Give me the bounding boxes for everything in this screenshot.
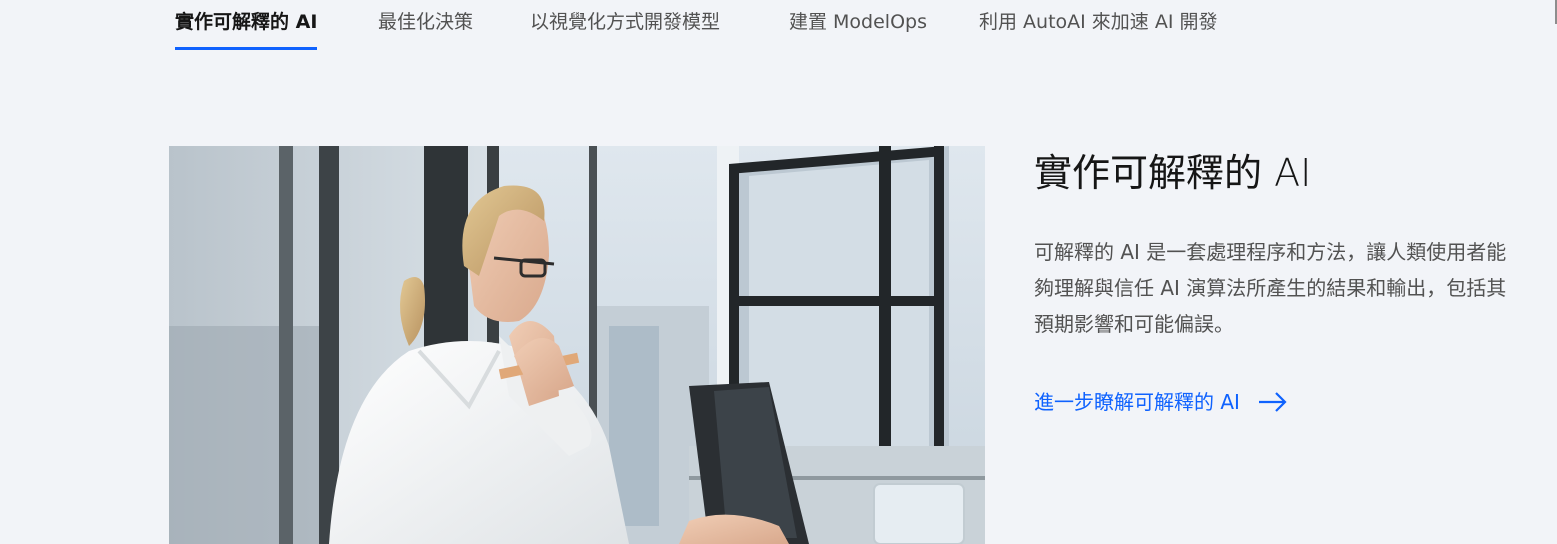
- tab-optimize-decisions[interactable]: 最佳化決策: [378, 0, 473, 50]
- tab-modelops[interactable]: 建置 ModelOps: [789, 0, 927, 50]
- learn-more-link[interactable]: 進一步瞭解可解釋的 AI: [1034, 380, 1288, 424]
- tab-navigation: 實作可解釋的 AI 最佳化決策 以視覺化方式開發模型 建置 ModelOps 利…: [0, 0, 1557, 50]
- content-description: 可解釋的 AI 是一套處理程序和方法，讓人類使用者能夠理解與信任 AI 演算法所…: [1034, 240, 1507, 336]
- arrow-right-icon: [1258, 391, 1288, 413]
- tab-autoai[interactable]: 利用 AutoAI 來加速 AI 開發: [979, 0, 1217, 50]
- learn-more-link-label: 進一步瞭解可解釋的 AI: [1034, 390, 1240, 414]
- content-title: 實作可解釋的 AI: [1034, 151, 1312, 195]
- tab-visual-modeling[interactable]: 以視覺化方式開發模型: [530, 0, 720, 50]
- hero-photo: [169, 146, 985, 544]
- tab-explainable-ai[interactable]: 實作可解釋的 AI: [175, 0, 318, 50]
